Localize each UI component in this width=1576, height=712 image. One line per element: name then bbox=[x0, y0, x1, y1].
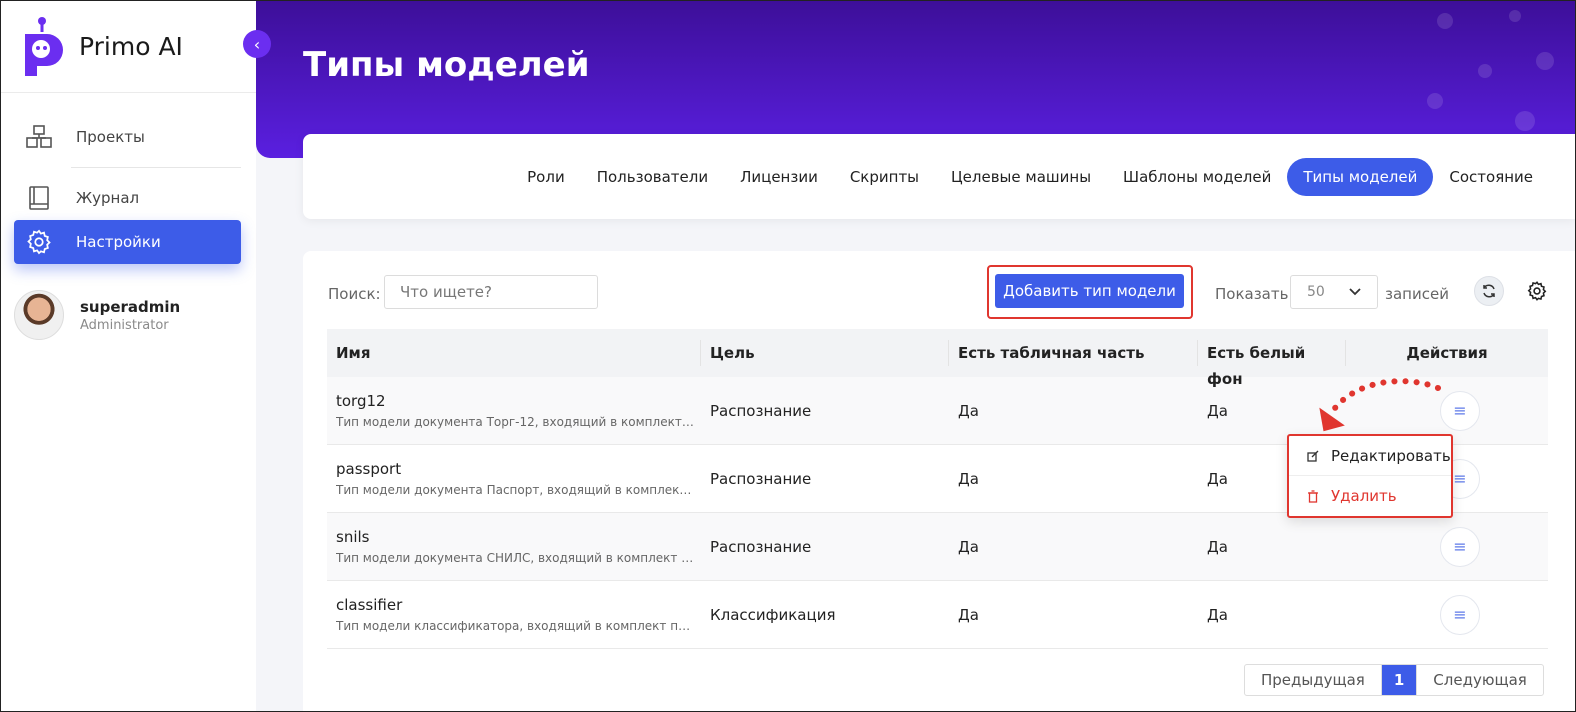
edit-menu-item[interactable]: Редактировать bbox=[1289, 436, 1451, 476]
sidebar-item-journal[interactable]: Журнал bbox=[14, 176, 241, 220]
user-name: superadmin bbox=[80, 297, 181, 316]
row-actions-menu: Редактировать Удалить bbox=[1287, 434, 1453, 518]
divider bbox=[71, 167, 241, 168]
settings-tabs: Роли Пользователи Лицензии Скрипты Целев… bbox=[511, 158, 1549, 196]
menu-icon: ≡ bbox=[1453, 537, 1467, 556]
page-size-select[interactable]: 50 bbox=[1290, 275, 1378, 309]
chevron-left-icon: ‹ bbox=[253, 34, 261, 54]
refresh-icon bbox=[1483, 284, 1495, 298]
column-header-has-table[interactable]: Есть табличная часть bbox=[949, 340, 1198, 366]
sidebar-item-projects[interactable]: Проекты bbox=[14, 115, 241, 159]
table-row[interactable]: snils Тип модели документа СНИЛС, входящ… bbox=[327, 513, 1548, 581]
page-size-value: 50 bbox=[1307, 284, 1325, 300]
projects-icon bbox=[24, 122, 54, 152]
tab-target-machines[interactable]: Целевые машины bbox=[935, 158, 1107, 196]
next-page-button[interactable]: Следующая bbox=[1416, 665, 1543, 695]
search-input[interactable] bbox=[384, 275, 598, 309]
row-goal: Распознание bbox=[710, 401, 812, 420]
row-name: classifier bbox=[336, 596, 403, 614]
page-button-current[interactable]: 1 bbox=[1380, 665, 1417, 695]
row-has-table: Да bbox=[958, 401, 979, 420]
tab-licenses[interactable]: Лицензии bbox=[724, 158, 834, 196]
sidebar-item-settings[interactable]: Настройки bbox=[14, 220, 241, 264]
row-name: torg12 bbox=[336, 392, 386, 410]
row-white-bg: Да bbox=[1207, 605, 1228, 624]
primo-logo-icon bbox=[25, 16, 63, 76]
tabs-card: Роли Пользователи Лицензии Скрипты Целев… bbox=[303, 134, 1575, 219]
journal-icon bbox=[24, 183, 54, 213]
show-label: Показать bbox=[1215, 285, 1289, 303]
pagination: Предыдущая 1 Следующая bbox=[1244, 664, 1544, 696]
add-model-type-button[interactable]: Добавить тип модели bbox=[995, 274, 1184, 308]
page-title: Типы моделей bbox=[303, 45, 590, 85]
edit-icon bbox=[1307, 450, 1321, 462]
tab-users[interactable]: Пользователи bbox=[581, 158, 724, 196]
tab-scripts[interactable]: Скрипты bbox=[834, 158, 935, 196]
gear-icon bbox=[1527, 281, 1547, 301]
sidebar-item-label: Журнал bbox=[76, 189, 140, 207]
delete-label: Удалить bbox=[1331, 487, 1397, 505]
tab-status[interactable]: Состояние bbox=[1433, 158, 1549, 196]
row-actions-button[interactable]: ≡ bbox=[1440, 526, 1480, 567]
row-goal: Распознание bbox=[710, 537, 812, 556]
refresh-button[interactable] bbox=[1474, 276, 1504, 306]
row-description: Тип модели документа СНИЛС, входящий в к… bbox=[336, 551, 696, 565]
menu-icon: ≡ bbox=[1453, 469, 1467, 488]
row-has-table: Да bbox=[958, 537, 979, 556]
tab-roles[interactable]: Роли bbox=[511, 158, 581, 196]
tab-model-types[interactable]: Типы моделей bbox=[1287, 158, 1434, 196]
table-header: Имя Цель Есть табличная часть Есть белый… bbox=[327, 329, 1548, 388]
delete-menu-item[interactable]: Удалить bbox=[1289, 476, 1451, 516]
edit-label: Редактировать bbox=[1331, 446, 1451, 465]
app-name: Primo AI bbox=[79, 32, 183, 61]
chevron-down-icon bbox=[1349, 276, 1361, 320]
row-description: Тип модели документа Паспорт, входящий в… bbox=[336, 483, 696, 497]
settings-icon bbox=[24, 227, 54, 257]
row-white-bg: Да bbox=[1207, 537, 1228, 556]
records-label: записей bbox=[1385, 285, 1449, 303]
previous-page-button[interactable]: Предыдущая bbox=[1245, 665, 1381, 695]
user-role: Administrator bbox=[80, 317, 169, 333]
sidebar-nav: Проекты Журнал Настройки bbox=[1, 93, 256, 264]
column-header-actions: Действия bbox=[1406, 344, 1488, 362]
sidebar-item-label: Настройки bbox=[76, 233, 161, 251]
table-row[interactable]: classifier Тип модели классификатора, вх… bbox=[327, 581, 1548, 649]
sidebar-collapse-button[interactable]: ‹ bbox=[243, 30, 271, 58]
row-goal: Классификация bbox=[710, 605, 836, 624]
row-description: Тип модели классификатора, входящий в ко… bbox=[336, 619, 696, 633]
user-profile[interactable]: superadmin Administrator bbox=[1, 290, 256, 340]
table-settings-button[interactable] bbox=[1523, 277, 1551, 305]
brand[interactable]: Primo AI bbox=[1, 1, 256, 93]
row-goal: Распознание bbox=[710, 469, 812, 488]
search-label: Поиск: bbox=[328, 285, 381, 303]
column-header-white-bg[interactable]: Есть белый фон bbox=[1198, 340, 1346, 388]
annotation-arrow-icon bbox=[1319, 378, 1441, 432]
column-header-name[interactable]: Имя bbox=[327, 340, 701, 366]
row-actions-button[interactable]: ≡ bbox=[1440, 594, 1480, 635]
column-header-goal[interactable]: Цель bbox=[701, 340, 949, 366]
row-description: Тип модели документа Торг-12, входящий в… bbox=[336, 415, 696, 429]
row-name: snils bbox=[336, 528, 370, 546]
row-name: passport bbox=[336, 460, 402, 478]
menu-icon: ≡ bbox=[1453, 605, 1467, 624]
row-has-table: Да bbox=[958, 469, 979, 488]
trash-icon bbox=[1307, 489, 1321, 503]
sidebar: Primo AI Проекты Журнал Настройки supera… bbox=[1, 1, 256, 711]
avatar bbox=[14, 290, 64, 340]
tab-model-templates[interactable]: Шаблоны моделей bbox=[1107, 158, 1287, 196]
row-has-table: Да bbox=[958, 605, 979, 624]
sidebar-item-label: Проекты bbox=[76, 128, 145, 146]
